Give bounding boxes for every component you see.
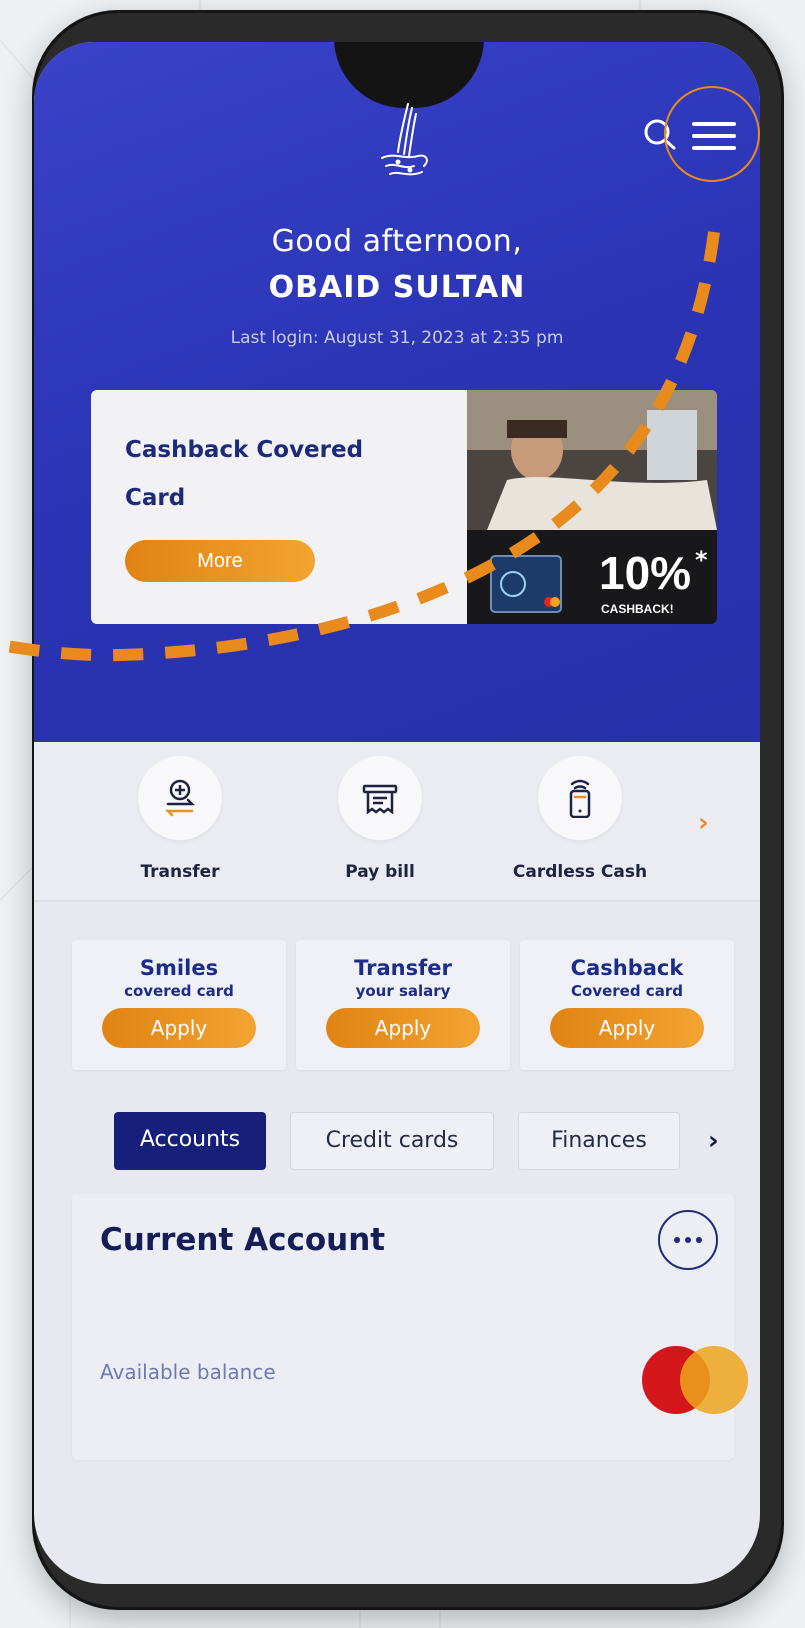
available-balance-label: Available balance — [100, 1360, 276, 1384]
offer-subtitle: covered card — [124, 982, 234, 1000]
tab-accounts[interactable]: Accounts — [114, 1112, 266, 1170]
more-button[interactable]: More — [125, 540, 315, 582]
offer-title: Transfer — [354, 956, 452, 980]
promo-cashback-big: 10% — [599, 547, 692, 599]
promo-banner[interactable]: Cashback Covered Card More 10% * CASHBAC… — [91, 390, 717, 624]
account-title: Current Account — [100, 1222, 386, 1258]
apply-button[interactable]: Apply — [550, 1008, 704, 1048]
offer-card-cashback[interactable]: Cashback Covered card Apply — [520, 940, 734, 1070]
hamburger-menu-icon[interactable] — [664, 86, 760, 182]
promo-title: Cashback Covered Card — [125, 437, 364, 511]
quick-actions: Transfer Pay bill Cardless Cash › — [34, 742, 760, 902]
offer-title: Smiles — [139, 956, 219, 980]
chevron-right-icon[interactable]: › — [698, 808, 709, 838]
phone-wireless-icon — [538, 756, 622, 840]
user-name: OBAID SULTAN — [268, 270, 526, 305]
quick-action-transfer[interactable]: Transfer — [100, 756, 260, 882]
transfer-icon — [138, 756, 222, 840]
apply-button[interactable]: Apply — [102, 1008, 256, 1048]
offer-card-smiles[interactable]: Smiles covered card Apply — [72, 940, 286, 1070]
chevron-right-icon[interactable]: › — [708, 1126, 719, 1156]
tab-credit-cards[interactable]: Credit cards — [290, 1112, 494, 1170]
calligraphy-logo-icon — [381, 103, 428, 176]
offer-subtitle: your salary — [355, 982, 451, 1000]
quick-action-cardless-cash[interactable]: Cardless Cash — [500, 756, 660, 882]
quick-action-label: Pay bill — [345, 862, 415, 882]
tab-finances[interactable]: Finances — [518, 1112, 680, 1170]
promo-cashback-small: CASHBACK! — [601, 602, 674, 616]
offer-card-transfer[interactable]: Transfer your salary Apply — [296, 940, 510, 1070]
promo-image: 10% * CASHBACK! — [467, 390, 717, 624]
more-options-icon[interactable] — [658, 1210, 718, 1270]
apply-button[interactable]: Apply — [326, 1008, 480, 1048]
offer-title: Cashback — [570, 956, 684, 980]
last-login-text: Last login: August 31, 2023 at 2:35 pm — [230, 328, 564, 348]
app-screen: Good afternoon, OBAID SULTAN Last login:… — [34, 42, 760, 1584]
current-account-card[interactable]: Current Account Available balance — [72, 1194, 748, 1460]
bill-icon — [338, 756, 422, 840]
promo-cashback-star: * — [695, 546, 708, 574]
quick-action-pay-bill[interactable]: Pay bill — [300, 756, 460, 882]
offer-subtitle: Covered card — [571, 982, 683, 1000]
greeting-text: Good afternoon, — [271, 224, 523, 259]
quick-action-label: Transfer — [140, 862, 220, 882]
quick-action-label: Cardless Cash — [512, 862, 648, 882]
